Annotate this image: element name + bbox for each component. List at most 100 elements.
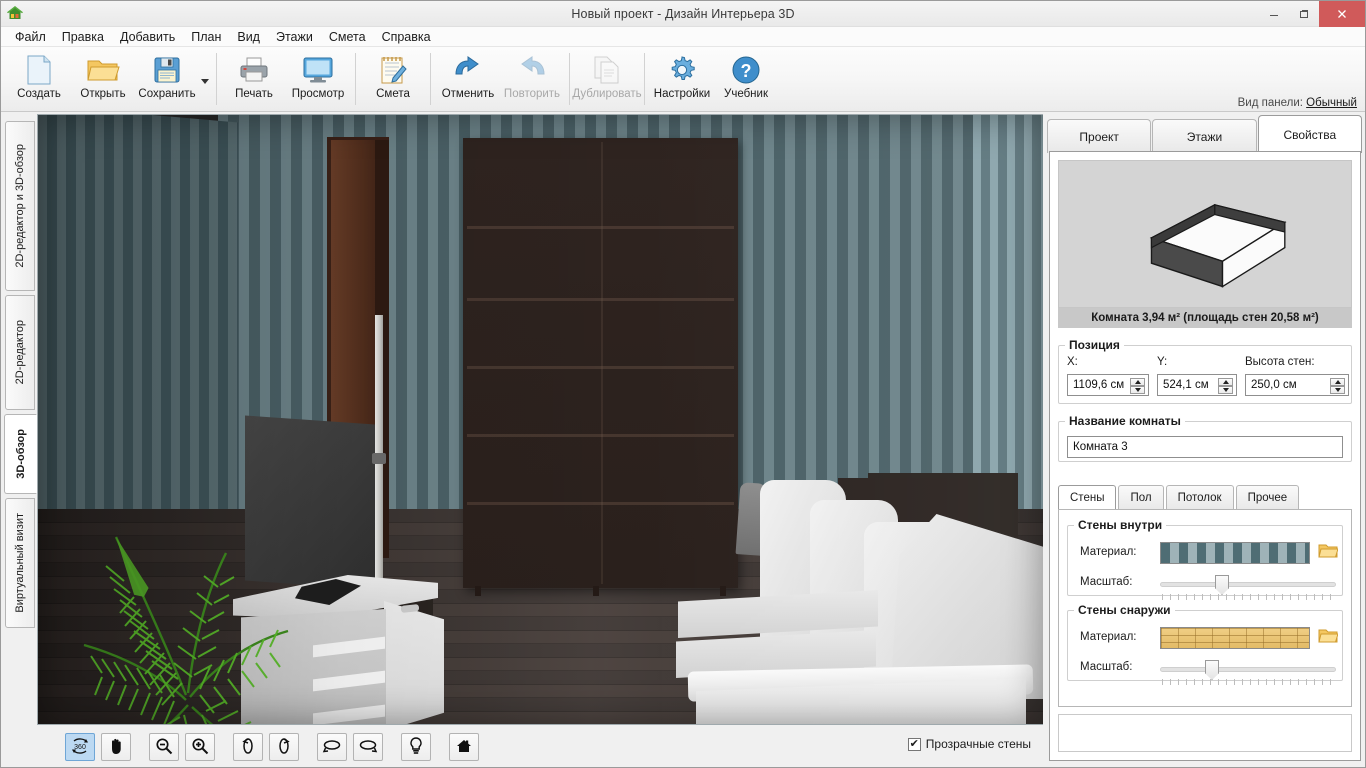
wardrobe-leg: [593, 586, 599, 596]
x-field-spinner[interactable]: [1130, 378, 1145, 394]
lighting-button[interactable]: [401, 733, 431, 761]
spinner-up-icon[interactable]: [1330, 378, 1345, 386]
wall-height-value: 250,0 см: [1251, 379, 1297, 391]
walls-inside-scale-slider[interactable]: [1160, 582, 1336, 587]
walls-inside-material-swatch[interactable]: [1160, 542, 1310, 564]
spinner-up-icon[interactable]: [1130, 378, 1145, 386]
home-reset-button[interactable]: [449, 733, 479, 761]
undo-button[interactable]: Отменить: [436, 49, 500, 109]
settings-button[interactable]: Настройки: [650, 49, 714, 109]
floor-lamp-clip: [372, 453, 386, 464]
minimize-icon[interactable]: [1259, 1, 1289, 27]
room-name-input[interactable]: Комната 3: [1067, 436, 1343, 458]
toolbar-separator: [569, 53, 570, 105]
tab-floor[interactable]: Пол: [1118, 485, 1163, 509]
monitor-preview-icon: [301, 53, 335, 87]
rotate-360-button[interactable]: 360: [65, 733, 95, 761]
question-help-icon: ?: [730, 53, 762, 87]
menu-item-add[interactable]: Добавить: [112, 27, 183, 47]
pan-button[interactable]: [101, 733, 131, 761]
panel-empty-area: [1058, 714, 1352, 752]
open-folder-icon: [1318, 627, 1338, 645]
menu-item-estimate[interactable]: Смета: [321, 27, 374, 47]
toolbar-separator: [430, 53, 431, 105]
panel-view-link[interactable]: Обычный: [1306, 97, 1357, 109]
close-icon[interactable]: [1319, 1, 1365, 27]
transparent-walls-checkbox[interactable]: ✔ Прозрачные стены: [908, 737, 1031, 751]
preview-button[interactable]: Просмотр: [286, 49, 350, 109]
rotate-vertical-left-button[interactable]: [233, 733, 263, 761]
open-button-label: Открыть: [80, 88, 125, 100]
estimate-button[interactable]: Смета: [361, 49, 425, 109]
spinner-down-icon[interactable]: [1218, 386, 1233, 394]
sidebar-item-2d-editor[interactable]: 2D-редактор: [5, 295, 35, 410]
rotate-vertical-right-button[interactable]: [269, 733, 299, 761]
tab-floors[interactable]: Этажи: [1152, 119, 1256, 153]
new-button[interactable]: Создать: [7, 49, 71, 109]
tutorial-button-label: Учебник: [724, 88, 768, 100]
menu-item-file[interactable]: Файл: [7, 27, 54, 47]
zoom-in-button[interactable]: [185, 733, 215, 761]
notepad-estimate-icon: [377, 53, 409, 87]
save-dropdown-button[interactable]: [199, 49, 211, 109]
sidebar-item-3d-view[interactable]: 3D-обзор: [4, 414, 37, 494]
menu-item-floors[interactable]: Этажи: [268, 27, 321, 47]
sidebar-item-2d-3d-label: 2D-редактор и 3D-обзор: [14, 144, 26, 268]
y-field-spinner[interactable]: [1218, 378, 1233, 394]
menu-item-plan[interactable]: План: [183, 27, 229, 47]
menu-item-help[interactable]: Справка: [374, 27, 439, 47]
viewport-toolbar: 360: [37, 727, 1045, 767]
duplicate-button[interactable]: Дублировать: [575, 49, 639, 109]
walls-outside-scale-slider[interactable]: [1160, 667, 1336, 672]
panel-tabs: Проект Этажи Свойства: [1047, 119, 1363, 153]
orbit-left-button[interactable]: [317, 733, 347, 761]
title-bar: Новый проект - Дизайн Интерьера 3D: [1, 1, 1365, 27]
print-button[interactable]: Печать: [222, 49, 286, 109]
x-field[interactable]: 1109,6 см: [1067, 374, 1149, 396]
walls-outside-legend: Стены снаружи: [1074, 603, 1175, 617]
undo-button-label: Отменить: [442, 88, 495, 100]
left-mode-tabs: 2D-редактор и 3D-обзор 2D-редактор 3D-об…: [1, 113, 37, 767]
sidebar-item-virtual-visit[interactable]: Виртуальный визит: [5, 498, 35, 628]
open-folder-icon: [86, 53, 120, 87]
y-field[interactable]: 524,1 см: [1157, 374, 1237, 396]
tab-walls[interactable]: Стены: [1058, 485, 1116, 509]
spinner-down-icon[interactable]: [1130, 386, 1145, 394]
svg-text:?: ?: [741, 61, 752, 81]
menu-bar: Файл Правка Добавить План Вид Этажи Смет…: [1, 27, 1365, 47]
save-button[interactable]: Сохранить: [135, 49, 199, 109]
checkbox-box[interactable]: ✔: [908, 738, 921, 751]
sidebar-item-2d-3d[interactable]: 2D-редактор и 3D-обзор: [5, 121, 35, 291]
tab-project[interactable]: Проект: [1047, 119, 1151, 153]
render-scene: [38, 115, 1044, 724]
slider-thumb[interactable]: [1215, 575, 1229, 595]
menu-item-edit[interactable]: Правка: [54, 27, 112, 47]
spinner-down-icon[interactable]: [1330, 386, 1345, 394]
room-area-caption: Комната 3,94 м² (площадь стен 20,58 м²): [1058, 308, 1352, 328]
spinner-up-icon[interactable]: [1218, 378, 1233, 386]
maximize-icon[interactable]: [1289, 1, 1319, 27]
wall-height-field[interactable]: 250,0 см: [1245, 374, 1349, 396]
transparent-walls-label: Прозрачные стены: [926, 737, 1031, 751]
walls-outside-browse-button[interactable]: [1318, 627, 1338, 645]
tab-other[interactable]: Прочее: [1236, 485, 1300, 509]
tab-properties[interactable]: Свойства: [1258, 115, 1362, 153]
window-controls: [1259, 1, 1365, 27]
tab-ceiling[interactable]: Потолок: [1166, 485, 1234, 509]
open-button[interactable]: Открыть: [71, 49, 135, 109]
room-name-group: Название комнаты Комната 3: [1058, 414, 1352, 462]
tab-project-label: Проект: [1079, 130, 1119, 144]
walls-outside-material-swatch[interactable]: [1160, 627, 1310, 649]
wall-height-spinner[interactable]: [1330, 378, 1345, 394]
right-properties-panel: Проект Этажи Свойства Комната 3,94 м²: [1043, 113, 1365, 767]
3d-room-render[interactable]: [37, 114, 1045, 725]
orbit-right-button[interactable]: [353, 733, 383, 761]
slider-thumb[interactable]: [1205, 660, 1219, 680]
tutorial-button[interactable]: ? Учебник: [714, 49, 778, 109]
redo-button[interactable]: Повторить: [500, 49, 564, 109]
menu-item-view[interactable]: Вид: [229, 27, 268, 47]
walls-inside-browse-button[interactable]: [1318, 542, 1338, 560]
sidebar-item-virtual-visit-label: Виртуальный визит: [14, 513, 26, 613]
zoom-out-button[interactable]: [149, 733, 179, 761]
save-floppy-icon: [152, 53, 182, 87]
